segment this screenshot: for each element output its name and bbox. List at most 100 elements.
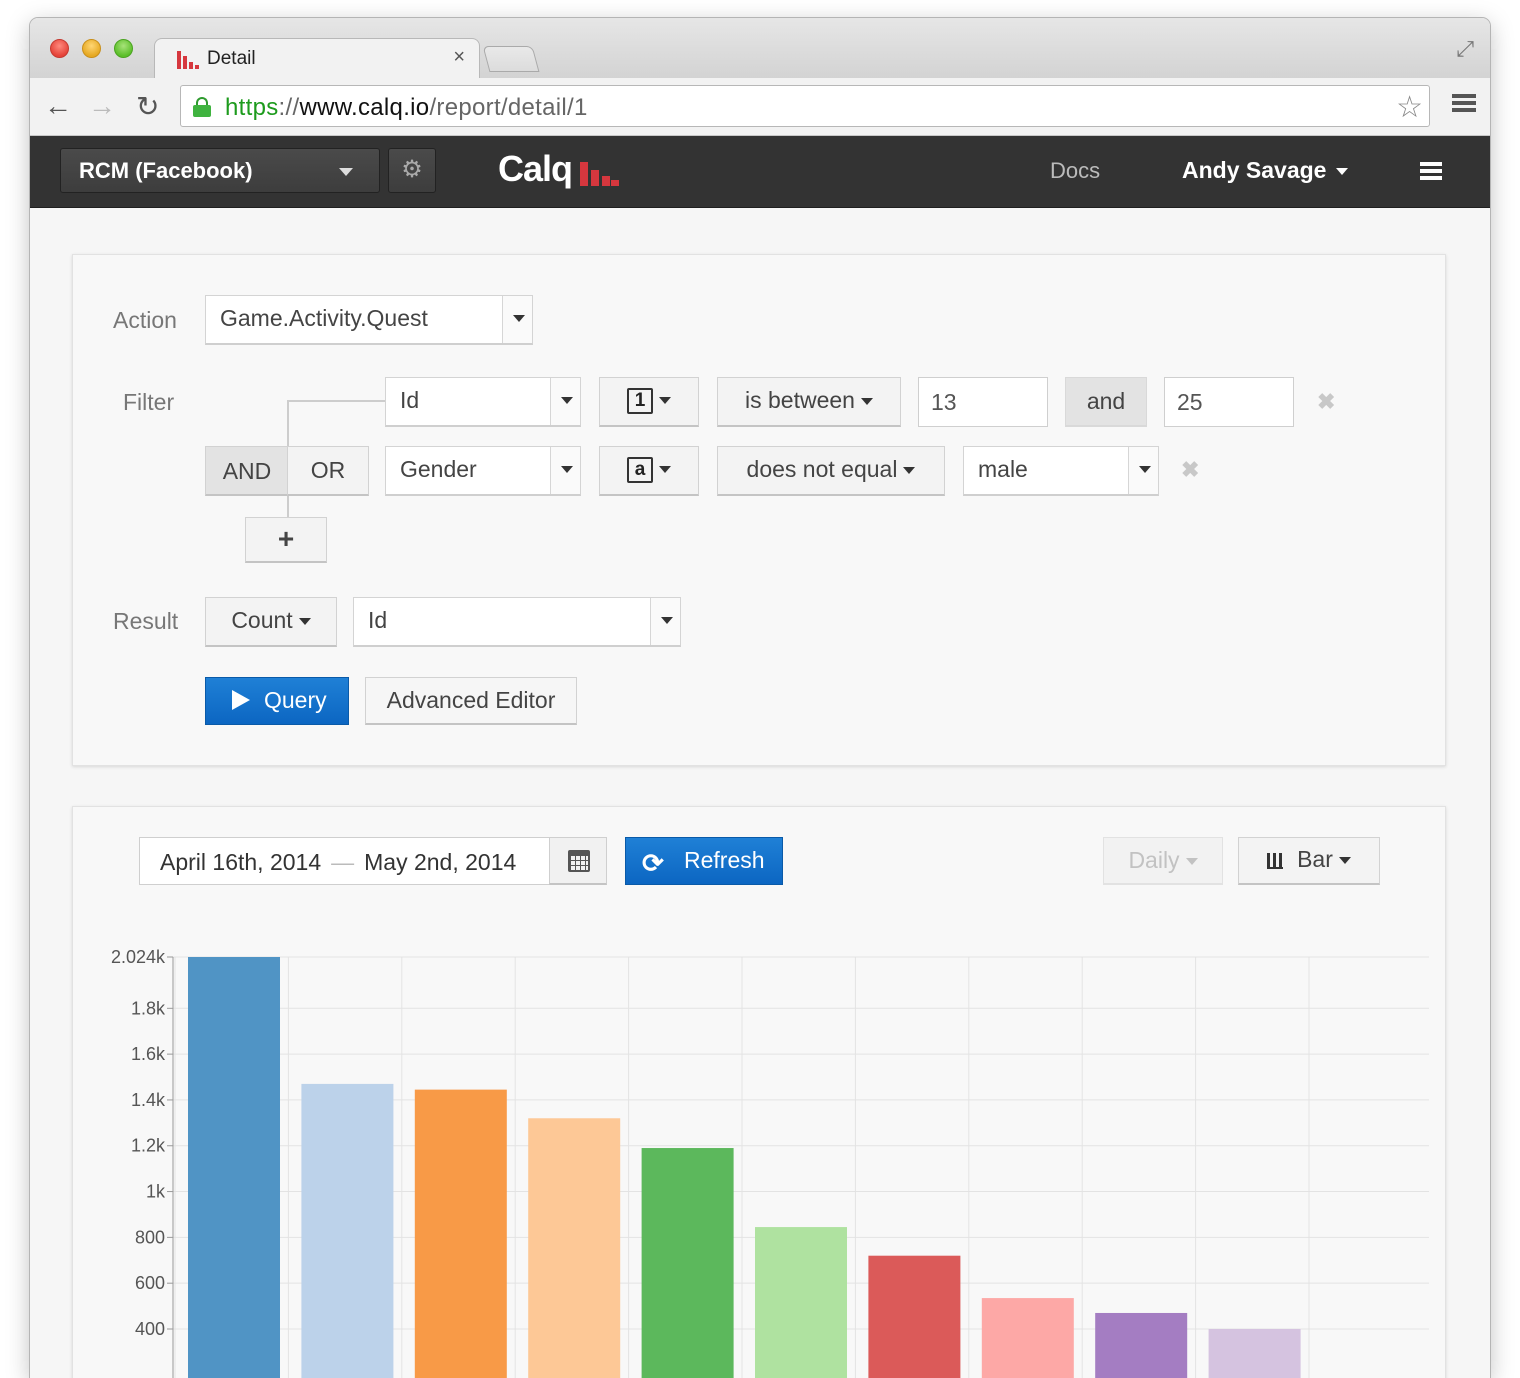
- calendar-icon: [568, 850, 590, 872]
- chevron-down-icon: [1128, 447, 1158, 494]
- maximize-window-button[interactable]: [114, 39, 133, 58]
- bar-chart-icon: [1267, 852, 1284, 869]
- date-end: May 2nd, 2014: [364, 849, 517, 875]
- new-tab-button[interactable]: [482, 46, 540, 72]
- result-aggregate-button[interactable]: Count: [205, 597, 337, 647]
- filter-property-select[interactable]: Gender: [385, 446, 581, 496]
- refresh-icon: ⟳: [642, 848, 664, 878]
- query-button[interactable]: Query: [205, 677, 349, 725]
- filter-value-input[interactable]: 13: [918, 377, 1048, 427]
- filter-operator-button[interactable]: is between: [717, 377, 901, 427]
- tab-close-icon[interactable]: ×: [453, 46, 465, 69]
- y-tick-label: 1.6k: [131, 1044, 166, 1064]
- interval-button[interactable]: Daily: [1103, 837, 1223, 885]
- refresh-button-label: Refresh: [684, 847, 765, 873]
- chevron-down-icon: [502, 296, 532, 343]
- project-selector-label: RCM (Facebook): [79, 158, 253, 183]
- calq-favicon-icon: [177, 51, 199, 69]
- chart-bar: [981, 1298, 1074, 1378]
- bookmark-star-icon[interactable]: ☆: [1396, 90, 1423, 125]
- browser-window: Detail × ⤢ ← → ↻ https://www.calq.io/rep…: [30, 18, 1490, 1378]
- chart-bar: [414, 1089, 507, 1378]
- project-selector[interactable]: RCM (Facebook): [60, 148, 380, 193]
- chevron-down-icon: [550, 378, 580, 425]
- filter-connector: [287, 400, 385, 402]
- filter-value-select[interactable]: male: [963, 446, 1159, 496]
- y-tick-label: 800: [135, 1227, 165, 1247]
- filter-operator-button[interactable]: does not equal: [717, 446, 945, 496]
- filter-value-label: male: [978, 456, 1028, 482]
- user-name: Andy Savage: [1182, 157, 1327, 183]
- advanced-editor-button[interactable]: Advanced Editor: [365, 677, 577, 725]
- refresh-button[interactable]: ⟳ Refresh: [625, 837, 783, 885]
- filter-type-button[interactable]: a: [599, 446, 699, 496]
- filter-type-button[interactable]: 1: [599, 377, 699, 427]
- chart-bar: [1208, 1329, 1301, 1378]
- app-navbar: RCM (Facebook) ⚙ Calq Docs Andy Savage: [30, 136, 1490, 208]
- filter-label: Filter: [123, 389, 175, 415]
- action-select[interactable]: Game.Activity.Quest: [205, 295, 533, 345]
- date-start: April 16th, 2014: [160, 849, 322, 875]
- result-property-value: Id: [368, 607, 388, 633]
- calq-logo-icon: [580, 162, 620, 186]
- y-tick-label: 2.024k: [111, 947, 166, 967]
- add-filter-button[interactable]: +: [245, 517, 327, 563]
- chart-bar: [188, 957, 280, 1378]
- y-tick-label: 600: [135, 1273, 165, 1293]
- gear-icon[interactable]: ⚙: [388, 148, 436, 193]
- chevron-down-icon: [1336, 168, 1349, 176]
- reload-icon[interactable]: ↻: [136, 90, 159, 123]
- chevron-down-icon: [550, 447, 580, 494]
- filter-property-value: Id: [400, 387, 420, 413]
- chart-bar: [868, 1255, 961, 1378]
- docs-link[interactable]: Docs: [1050, 158, 1100, 184]
- filter-operator-label: does not equal: [746, 456, 898, 482]
- back-arrow-icon[interactable]: ←: [44, 90, 72, 122]
- action-select-value: Game.Activity.Quest: [220, 305, 428, 331]
- date-range-text: April 16th, 2014 — May 2nd, 2014: [160, 849, 516, 876]
- chart-type-label: Bar: [1297, 846, 1333, 872]
- browser-menu-icon[interactable]: [1452, 94, 1476, 112]
- brand-logo[interactable]: Calq: [498, 148, 573, 190]
- user-menu[interactable]: Andy Savage: [1182, 157, 1349, 184]
- chevron-down-icon: [1185, 858, 1198, 866]
- chart-bar: [528, 1118, 621, 1378]
- browser-tab[interactable]: Detail ×: [154, 38, 480, 78]
- query-button-label: Query: [264, 687, 327, 713]
- chart-bar: [641, 1148, 734, 1378]
- filter-property-select[interactable]: Id: [385, 377, 581, 427]
- tab-title: Detail: [207, 48, 256, 69]
- y-tick-label: 1.4k: [131, 1090, 166, 1110]
- address-bar[interactable]: https://www.calq.io/report/detail/1 ☆: [180, 85, 1430, 127]
- logic-or-button[interactable]: OR: [287, 446, 369, 496]
- remove-filter-icon[interactable]: ✖: [1181, 457, 1199, 483]
- chevron-down-icon: [650, 598, 680, 645]
- minimize-window-button[interactable]: [82, 39, 101, 58]
- play-icon: [232, 690, 250, 710]
- y-tick-label: 400: [135, 1319, 165, 1339]
- chart-panel: April 16th, 2014 — May 2nd, 2014 ⟳ Refresh…: [72, 806, 1446, 1378]
- result-property-select[interactable]: Id: [353, 597, 681, 647]
- fullscreen-icon[interactable]: ⤢: [1456, 36, 1474, 62]
- action-label: Action: [113, 307, 177, 333]
- close-window-button[interactable]: [50, 39, 69, 58]
- chevron-down-icon: [1338, 857, 1351, 865]
- forward-arrow-icon[interactable]: →: [88, 90, 116, 122]
- chart-bar: [755, 1227, 847, 1378]
- chart-bar: [1095, 1312, 1188, 1378]
- remove-filter-icon[interactable]: ✖: [1317, 389, 1335, 415]
- date-range-picker[interactable]: April 16th, 2014 — May 2nd, 2014: [139, 837, 607, 885]
- y-tick-label: 1.8k: [131, 998, 166, 1018]
- hamburger-menu-icon[interactable]: [1420, 162, 1442, 180]
- text-type-icon: a: [627, 456, 653, 483]
- calendar-button[interactable]: [549, 837, 607, 885]
- chevron-down-icon: [860, 398, 873, 406]
- lock-icon: [193, 97, 211, 117]
- browser-toolbar: ← → ↻ https://www.calq.io/report/detail/…: [30, 78, 1490, 136]
- chart-type-button[interactable]: Bar: [1238, 837, 1380, 885]
- logic-and-button[interactable]: AND: [205, 446, 289, 496]
- date-separator: —: [331, 849, 355, 875]
- filter-value2-input[interactable]: 25: [1164, 377, 1294, 427]
- filter-operator-label: is between: [745, 387, 855, 413]
- chevron-down-icon: [659, 397, 671, 405]
